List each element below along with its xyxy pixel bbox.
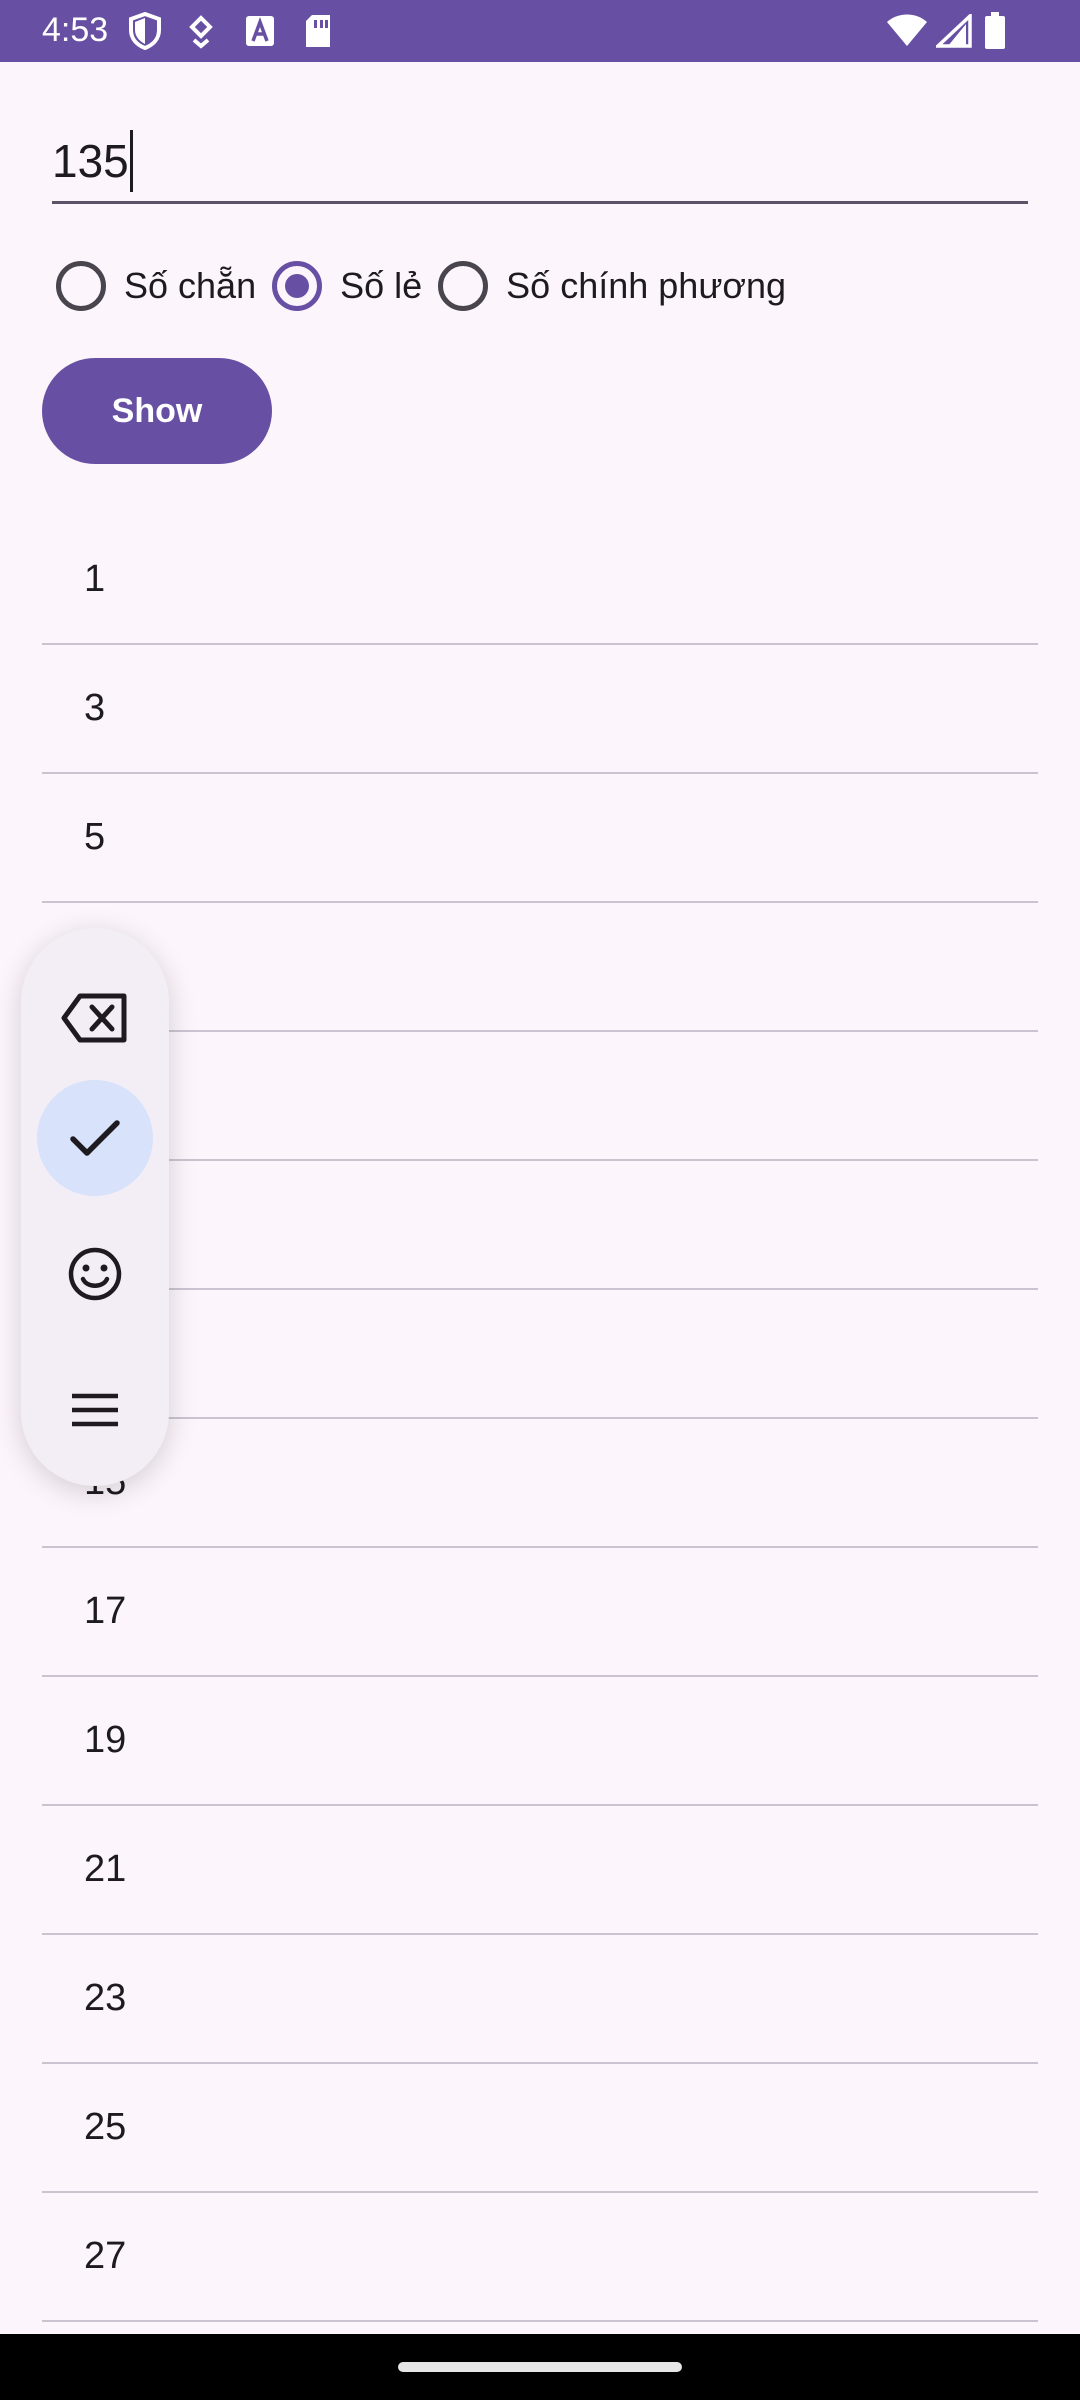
floating-keyboard-toolbar <box>21 928 169 1486</box>
text-cursor <box>129 130 133 192</box>
list-item[interactable]: 21 <box>42 1806 1038 1935</box>
menu-icon[interactable] <box>37 1352 153 1468</box>
radio-odd[interactable]: Số lẻ <box>272 261 422 311</box>
list-item[interactable]: 27 <box>42 2193 1038 2322</box>
show-button[interactable]: Show <box>42 358 272 464</box>
sd-card-icon <box>302 12 334 55</box>
wifi-icon <box>886 14 928 53</box>
radio-even[interactable]: Số chẵn <box>56 261 256 311</box>
list-item[interactable]: 15 <box>42 1419 1038 1548</box>
font-a-icon <box>244 12 276 55</box>
list-item[interactable]: 1 <box>42 516 1038 645</box>
shield-icon <box>128 11 162 55</box>
list-item[interactable]: 13 <box>42 1290 1038 1419</box>
backspace-icon[interactable] <box>37 960 153 1076</box>
list-item[interactable]: 19 <box>42 1677 1038 1806</box>
list-item[interactable]: 3 <box>42 645 1038 774</box>
number-input[interactable]: 135 <box>52 120 1028 204</box>
number-type-radio-group: Số chẵn Số lẻ Số chính phương <box>56 256 802 316</box>
signal-icon <box>933 11 972 53</box>
number-input-value-wrap: 135 <box>52 130 133 192</box>
navigation-bar <box>0 2334 1080 2400</box>
list-item[interactable]: 9 <box>42 1032 1038 1161</box>
radio-label: Số lẻ <box>340 265 423 306</box>
data-saver-icon <box>186 12 216 55</box>
home-gesture-handle[interactable] <box>398 2362 682 2372</box>
list-item[interactable]: 25 <box>42 2064 1038 2193</box>
radio-square[interactable]: Số chính phương <box>438 261 786 311</box>
check-icon[interactable] <box>37 1080 153 1196</box>
list-item[interactable]: 7 <box>42 903 1038 1032</box>
results-list[interactable]: 1 3 5 7 9 11 13 15 17 19 21 23 25 27 <box>42 516 1038 2322</box>
emoji-icon[interactable] <box>37 1216 153 1332</box>
list-item[interactable]: 11 <box>42 1161 1038 1290</box>
radio-label: Số chính phương <box>506 265 787 306</box>
list-item[interactable]: 17 <box>42 1548 1038 1677</box>
number-input-value: 135 <box>52 135 129 187</box>
radio-button[interactable] <box>438 261 489 311</box>
status-time: 4:53 <box>42 11 109 49</box>
radio-button[interactable] <box>56 261 106 311</box>
battery-icon <box>984 12 1006 55</box>
list-item[interactable]: 5 <box>42 774 1038 903</box>
radio-label: Số chẵn <box>124 265 257 306</box>
list-item[interactable]: 23 <box>42 1935 1038 2064</box>
status-bar: 4:53 <box>0 0 1080 62</box>
radio-button-selected[interactable] <box>272 261 323 311</box>
